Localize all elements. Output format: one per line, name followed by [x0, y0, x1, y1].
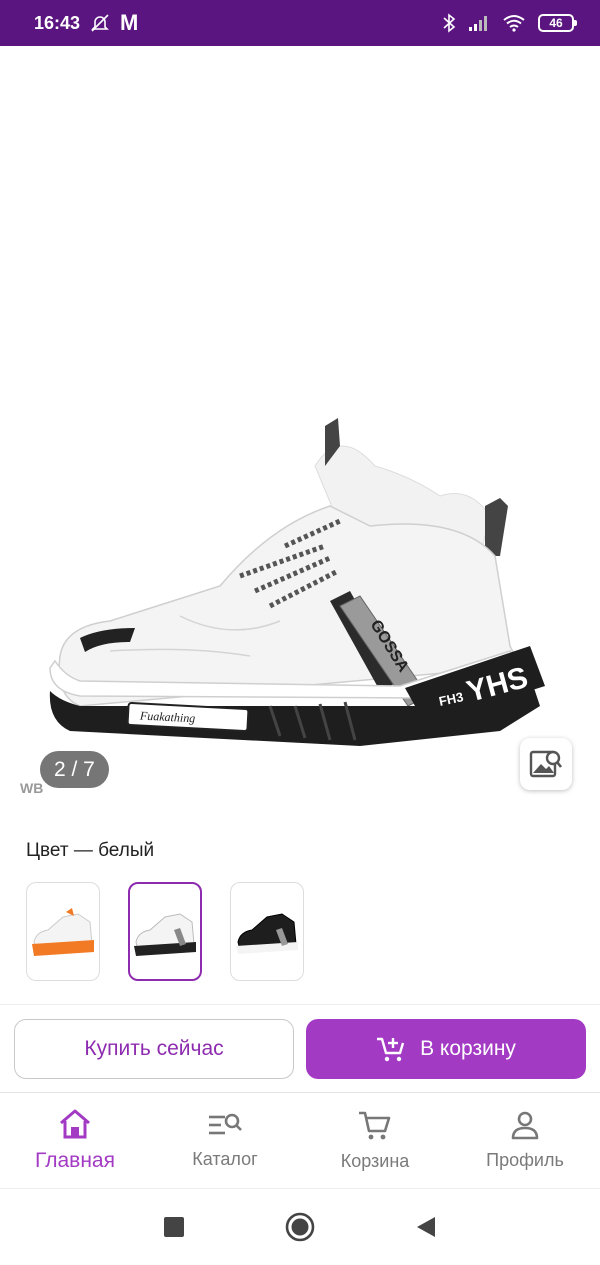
profile-icon — [511, 1111, 539, 1140]
photo-search-button[interactable] — [520, 738, 572, 790]
nav-profile-label: Профиль — [486, 1150, 564, 1170]
swatch-white-image — [134, 912, 196, 956]
nav-profile[interactable]: Профиль — [450, 1093, 600, 1188]
recents-icon[interactable] — [163, 1216, 185, 1238]
add-to-cart-button[interactable]: В корзину — [306, 1018, 586, 1079]
system-navigation-bar — [0, 1188, 600, 1265]
color-label: Цвет — белый — [26, 840, 155, 861]
nav-catalog[interactable]: Каталог — [150, 1093, 300, 1188]
nav-catalog-label: Каталог — [192, 1149, 258, 1169]
battery-level: 46 — [549, 16, 563, 30]
color-option-black[interactable] — [230, 882, 304, 981]
nav-cart-label: Корзина — [340, 1151, 410, 1171]
home-circle-icon[interactable] — [285, 1212, 315, 1242]
swatch-orange-image — [32, 907, 94, 956]
catalog-icon — [209, 1113, 242, 1135]
back-icon[interactable] — [415, 1215, 437, 1239]
action-bar: Купить сейчас В корзину — [0, 1004, 600, 1092]
bell-off-icon — [91, 14, 109, 32]
color-option-white[interactable] — [128, 882, 202, 981]
add-to-cart-label: В корзину — [420, 1036, 516, 1060]
cart-icon — [359, 1111, 391, 1140]
bluetooth-icon — [443, 13, 456, 33]
wb-watermark: WB — [20, 780, 44, 796]
buy-now-label: Купить сейчас — [84, 1036, 224, 1060]
image-counter: 2 / 7 — [40, 751, 109, 788]
battery-icon: 46 — [538, 14, 577, 32]
app-notification-icon: M — [120, 10, 139, 35]
bottom-navigation: Главная Каталог Корзина Профиль — [0, 1092, 600, 1188]
color-option-orange[interactable] — [26, 882, 100, 981]
nav-home[interactable]: Главная — [0, 1093, 150, 1188]
status-time: 16:43 — [34, 12, 81, 33]
nav-cart[interactable]: Корзина — [300, 1093, 450, 1188]
status-bar: 16:43 M 46 — [0, 0, 600, 46]
product-image: GOSSA FH3 YHS Fuakathing — [49, 418, 545, 746]
home-icon — [60, 1109, 90, 1138]
signal-icon — [469, 16, 487, 31]
nav-home-label: Главная — [35, 1148, 115, 1172]
image-counter-text: 2 / 7 — [54, 757, 95, 781]
wifi-icon — [503, 15, 525, 32]
product-gallery[interactable]: GOSSA FH3 YHS Fuakathing 2 / 7 WB — [0, 46, 600, 816]
image-search-icon — [529, 750, 563, 778]
sole-badge-text: Fuakathing — [139, 708, 196, 725]
swatch-black-image — [236, 912, 298, 954]
cart-plus-icon — [377, 1037, 405, 1061]
color-swatches — [26, 882, 304, 981]
buy-now-button[interactable]: Купить сейчас — [14, 1018, 294, 1079]
